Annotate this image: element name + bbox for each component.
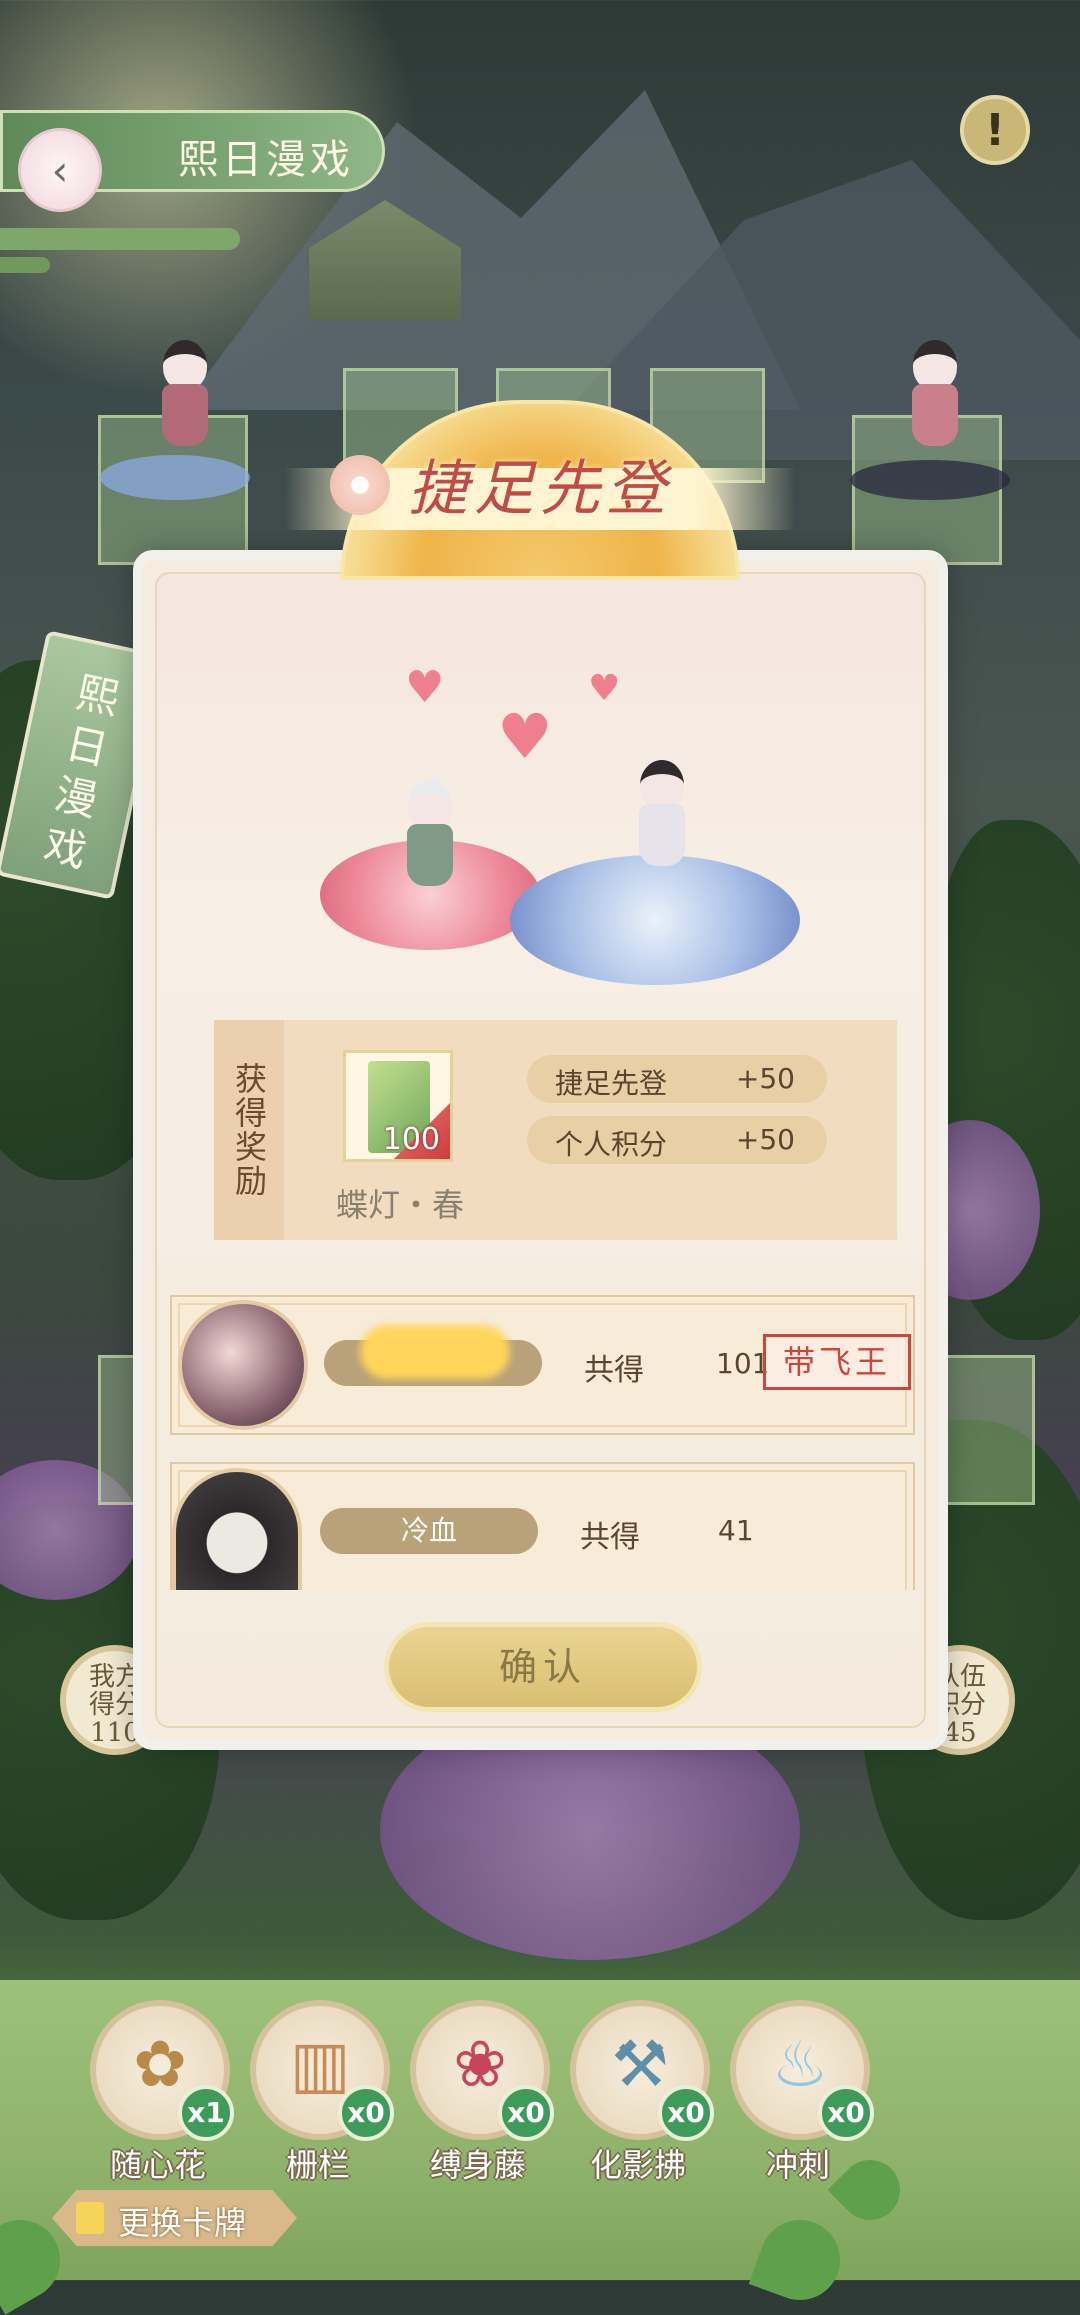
progress-bar-secondary: [0, 257, 50, 273]
card-icon: [76, 2202, 104, 2234]
skill-count-badge: x0: [338, 2085, 394, 2141]
reward-pill-value: +50: [735, 1123, 795, 1156]
heart-icon: ♥: [405, 662, 445, 713]
skill-count-badge: x0: [818, 2085, 874, 2141]
progress-bar: [0, 228, 240, 250]
heart-icon: ♥: [588, 668, 621, 709]
skill-name: 随心花: [109, 2146, 206, 2184]
skill-count-badge: x1: [178, 2085, 234, 2141]
change-card-label: 更换卡牌: [118, 2204, 247, 2242]
skill-name: 缚身藤: [429, 2146, 526, 2184]
cherry-blossom-icon: [330, 455, 390, 515]
skill-name: 化影拂: [589, 2146, 686, 2184]
info-button[interactable]: !: [960, 95, 1030, 165]
player-name: 冷血: [400, 1514, 457, 1547]
reward-item-box[interactable]: 100: [343, 1050, 453, 1162]
reward-pill-label: 捷足先登: [555, 1067, 668, 1100]
player-score: 101: [716, 1347, 770, 1380]
change-card-button[interactable]: 更换卡牌: [52, 2190, 297, 2246]
reward-pill-first: 捷足先登 +50: [527, 1055, 827, 1103]
tag-text: 熙日漫戏: [39, 667, 124, 877]
player-score: 41: [718, 1514, 754, 1547]
event-title: 熙日漫戏: [178, 137, 354, 183]
player-name-pill: 冷血: [320, 1508, 538, 1554]
skill-count-badge: x0: [498, 2085, 554, 2141]
heart-icon: ♥: [497, 700, 553, 773]
modal-banner-title: 捷足先登: [408, 454, 672, 524]
player-avatar[interactable]: [172, 1468, 302, 1590]
confirm-button[interactable]: 确认: [384, 1622, 702, 1712]
reward-label-text: 获得奖励: [230, 1062, 268, 1198]
exclamation-icon: !: [984, 104, 1006, 156]
reward-label: 获得奖励: [214, 1020, 284, 1240]
gain-label: 共得: [584, 1353, 644, 1388]
reward-pill-personal: 个人积分 +50: [527, 1116, 827, 1164]
chibi-dark-hair: [617, 760, 707, 890]
gain-label: 共得: [580, 1520, 640, 1555]
skill-count-badge: x0: [658, 2085, 714, 2141]
skill-name: 冲刺: [765, 2146, 830, 2184]
butterfly-mount-icon: [850, 460, 1010, 500]
back-button[interactable]: ‹: [18, 128, 102, 212]
skill-name: 栅栏: [285, 2146, 350, 2184]
mvp-stamp-text: 带飞王: [782, 1343, 891, 1381]
reward-item-name: 蝶灯・春: [335, 1186, 464, 1224]
board-tile[interactable]: [945, 1355, 1035, 1505]
butterfly-mount-icon: [100, 455, 250, 500]
chevron-left-icon: ‹: [51, 145, 69, 195]
reward-item-count: 100: [382, 1122, 440, 1157]
player-chibi-right[interactable]: [890, 340, 980, 470]
chibi-white-robe: [385, 780, 475, 910]
mvp-stamp: 带飞王: [763, 1334, 911, 1390]
reward-pill-label: 个人积分: [555, 1128, 668, 1161]
board-tile[interactable]: [98, 1355, 138, 1505]
player-chibi-left[interactable]: [140, 340, 230, 470]
reward-pill-value: +50: [735, 1062, 795, 1095]
player-avatar[interactable]: [178, 1300, 308, 1430]
redacted-name-mask: [360, 1325, 510, 1379]
